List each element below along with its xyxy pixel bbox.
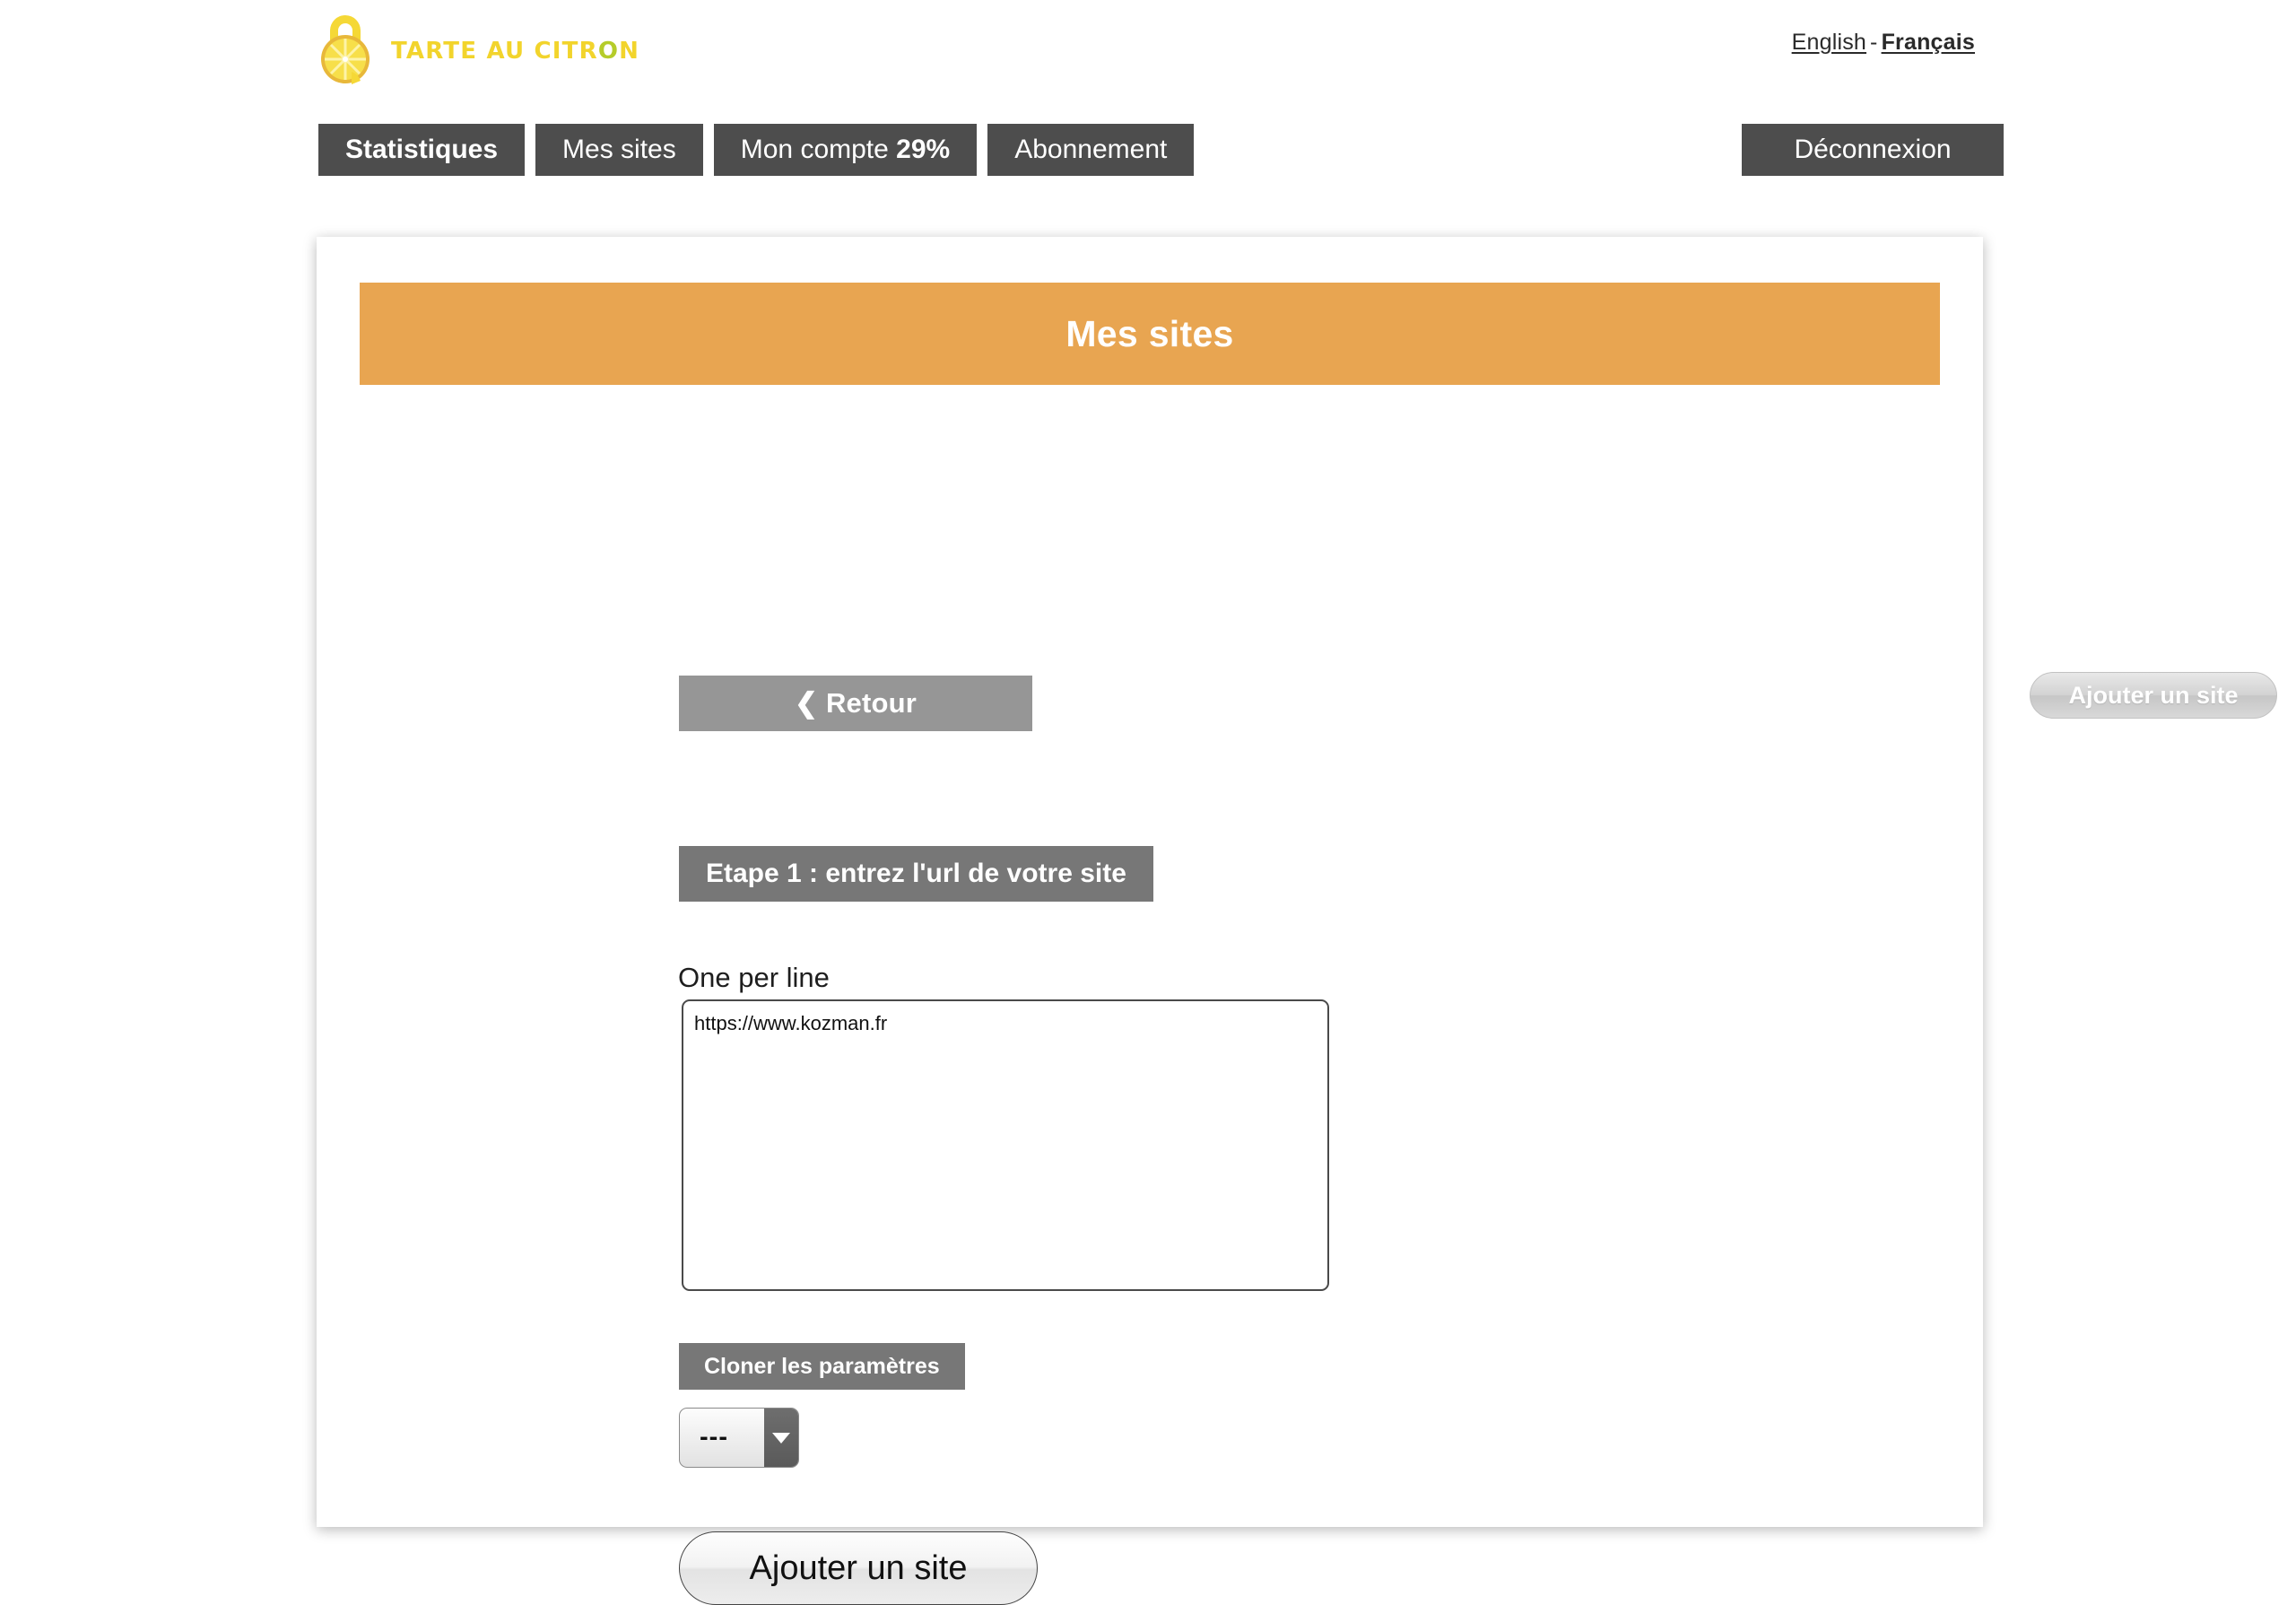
- tab-statistiques[interactable]: Statistiques: [318, 124, 526, 176]
- clone-source-select[interactable]: ---: [679, 1408, 799, 1468]
- lemon-padlock-icon: [321, 15, 370, 84]
- clone-settings-button[interactable]: Cloner les paramètres: [679, 1343, 965, 1390]
- language-link-francais[interactable]: Français: [1882, 30, 1975, 55]
- account-usage-percent: 29%: [896, 135, 951, 164]
- brand-logo[interactable]: TARTE AU CITRON: [312, 9, 639, 86]
- nav-left-group: Statistiques Mes sites Mon compte 29% Ab…: [318, 124, 1195, 176]
- add-site-button-top[interactable]: Ajouter un site: [2030, 672, 2277, 719]
- brand-name: TARTE AU CITRON: [391, 38, 640, 65]
- tab-mon-compte-label: Mon compte: [740, 135, 889, 164]
- tab-abonnement[interactable]: Abonnement: [987, 124, 1195, 176]
- add-site-button-bottom[interactable]: Ajouter un site: [679, 1531, 1038, 1605]
- chevron-down-icon[interactable]: [764, 1409, 798, 1467]
- clone-source-selected-value: ---: [700, 1423, 728, 1452]
- content-card: Mes sites ❮ Retour Ajouter un site Etape…: [317, 237, 2277, 1605]
- main-navigation: Statistiques Mes sites Mon compte 29% Ab…: [0, 124, 2296, 178]
- language-switcher: English - Français: [1792, 30, 1975, 56]
- tab-mes-sites[interactable]: Mes sites: [535, 124, 703, 176]
- nav-right-group: Déconnexion: [1742, 124, 2004, 176]
- tab-mon-compte[interactable]: Mon compte 29%: [713, 124, 978, 176]
- step-1-label: Etape 1 : entrez l'url de votre site: [679, 846, 1153, 902]
- url-input[interactable]: [682, 999, 1329, 1291]
- page-title: Mes sites: [360, 283, 1940, 385]
- language-link-english[interactable]: English: [1792, 30, 1866, 55]
- url-field-label: One per line: [678, 962, 830, 993]
- logout-button[interactable]: Déconnexion: [1742, 124, 2004, 176]
- page-header: TARTE AU CITRON English - Français: [0, 0, 2296, 109]
- back-button[interactable]: ❮ Retour: [679, 676, 1032, 731]
- language-separator: -: [1870, 30, 1878, 55]
